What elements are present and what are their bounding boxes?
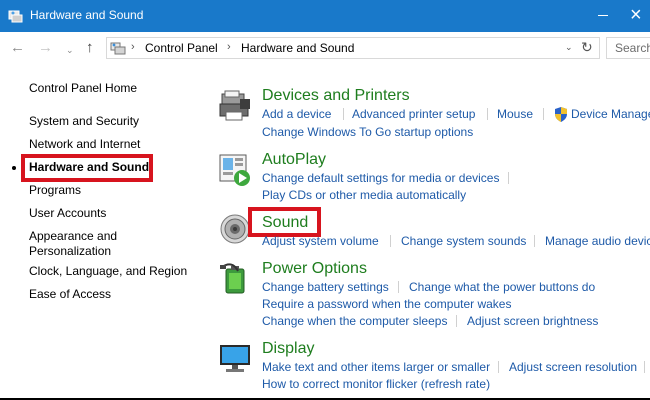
main-content: Devices and Printers Add a device Advanc…: [210, 64, 650, 398]
link-separator: [543, 108, 544, 120]
adjust-screen-resolution-link[interactable]: Adjust screen resolution: [509, 360, 637, 374]
windows-to-go-link[interactable]: Change Windows To Go startup options: [262, 125, 473, 139]
current-item-bullet: [12, 166, 16, 170]
window-title: Hardware and Sound: [30, 8, 144, 22]
power-options-heading[interactable]: Power Options: [262, 260, 367, 278]
breadcrumb-separator[interactable]: ›: [227, 41, 231, 53]
nav-clock-language-region[interactable]: Clock, Language, and Region: [29, 264, 187, 279]
forward-button[interactable]: →: [38, 39, 53, 57]
address-dropdown-icon[interactable]: ⌄: [565, 42, 573, 53]
breadcrumb-hardware-and-sound[interactable]: Hardware and Sound: [241, 41, 354, 55]
address-toolbar: ← → ⌄ ↑ › Control Panel › Hardware and S…: [0, 32, 650, 64]
link-separator: [534, 235, 535, 247]
nav-system-and-security[interactable]: System and Security: [29, 114, 139, 129]
close-button[interactable]: ×: [630, 4, 642, 26]
highlight-box: [21, 154, 153, 182]
computer-sleeps-link[interactable]: Change when the computer sleeps: [262, 314, 447, 328]
device-manager-link[interactable]: Device Manager: [571, 107, 650, 121]
link-separator: [456, 315, 457, 327]
monitor-flicker-link[interactable]: How to correct monitor flicker (refresh …: [262, 377, 490, 391]
back-button[interactable]: ←: [10, 39, 25, 57]
search-box[interactable]: [606, 37, 650, 59]
adjust-brightness-link[interactable]: Adjust screen brightness: [467, 314, 598, 328]
play-cds-link[interactable]: Play CDs or other media automatically: [262, 188, 466, 202]
title-bar: Hardware and Sound ×: [0, 0, 650, 32]
mouse-link[interactable]: Mouse: [497, 107, 533, 121]
nav-ease-of-access[interactable]: Ease of Access: [29, 287, 111, 302]
nav-control-panel-home[interactable]: Control Panel Home: [29, 81, 137, 96]
advanced-printer-setup-link[interactable]: Advanced printer setup: [352, 107, 475, 121]
control-panel-icon: [110, 42, 126, 55]
link-separator: [390, 235, 391, 247]
battery-icon[interactable]: [218, 261, 252, 295]
change-battery-settings-link[interactable]: Change battery settings: [262, 280, 389, 294]
link-separator: [508, 172, 509, 184]
minimize-button[interactable]: [598, 15, 608, 16]
change-system-sounds-link[interactable]: Change system sounds: [401, 234, 526, 248]
power-buttons-link[interactable]: Change what the power buttons do: [409, 280, 595, 294]
control-panel-icon: [8, 10, 23, 23]
uac-shield-icon: [555, 107, 567, 122]
recent-locations-button[interactable]: ⌄: [66, 41, 74, 59]
link-separator: [398, 281, 399, 293]
printer-icon[interactable]: [218, 90, 252, 124]
nav-appearance-line2[interactable]: Personalization: [29, 244, 111, 259]
display-heading[interactable]: Display: [262, 340, 314, 358]
change-default-settings-link[interactable]: Change default settings for media or dev…: [262, 171, 499, 185]
devices-and-printers-heading[interactable]: Devices and Printers: [262, 87, 410, 105]
monitor-icon[interactable]: [218, 341, 252, 375]
autoplay-icon[interactable]: [218, 153, 252, 187]
link-separator: [644, 361, 645, 373]
up-button[interactable]: ↑: [86, 39, 94, 57]
add-a-device-link[interactable]: Add a device: [262, 107, 331, 121]
highlight-box: [248, 207, 321, 237]
link-separator: [498, 361, 499, 373]
breadcrumb-separator[interactable]: ›: [131, 41, 135, 53]
adjust-system-volume-link[interactable]: Adjust system volume: [262, 234, 379, 248]
manage-audio-devices-link[interactable]: Manage audio devices: [545, 234, 650, 248]
breadcrumb-control-panel[interactable]: Control Panel: [145, 41, 218, 55]
search-input[interactable]: [615, 39, 650, 57]
address-bar[interactable]: › Control Panel › Hardware and Sound ⌄ ↻: [106, 37, 600, 59]
nav-appearance-line1[interactable]: Appearance and: [29, 229, 117, 244]
link-separator: [487, 108, 488, 120]
control-panel-window: Hardware and Sound × ← → ⌄ ↑ › Control P…: [0, 0, 650, 398]
left-navigation: Control Panel Home System and Security N…: [0, 64, 210, 398]
nav-programs[interactable]: Programs: [29, 183, 81, 198]
link-separator: [343, 108, 344, 120]
autoplay-heading[interactable]: AutoPlay: [262, 151, 326, 169]
nav-user-accounts[interactable]: User Accounts: [29, 206, 106, 221]
nav-network-and-internet[interactable]: Network and Internet: [29, 137, 140, 152]
make-text-larger-link[interactable]: Make text and other items larger or smal…: [262, 360, 490, 374]
refresh-icon[interactable]: ↻: [581, 39, 593, 56]
speaker-icon[interactable]: [218, 212, 252, 246]
require-password-link[interactable]: Require a password when the computer wak…: [262, 297, 511, 311]
